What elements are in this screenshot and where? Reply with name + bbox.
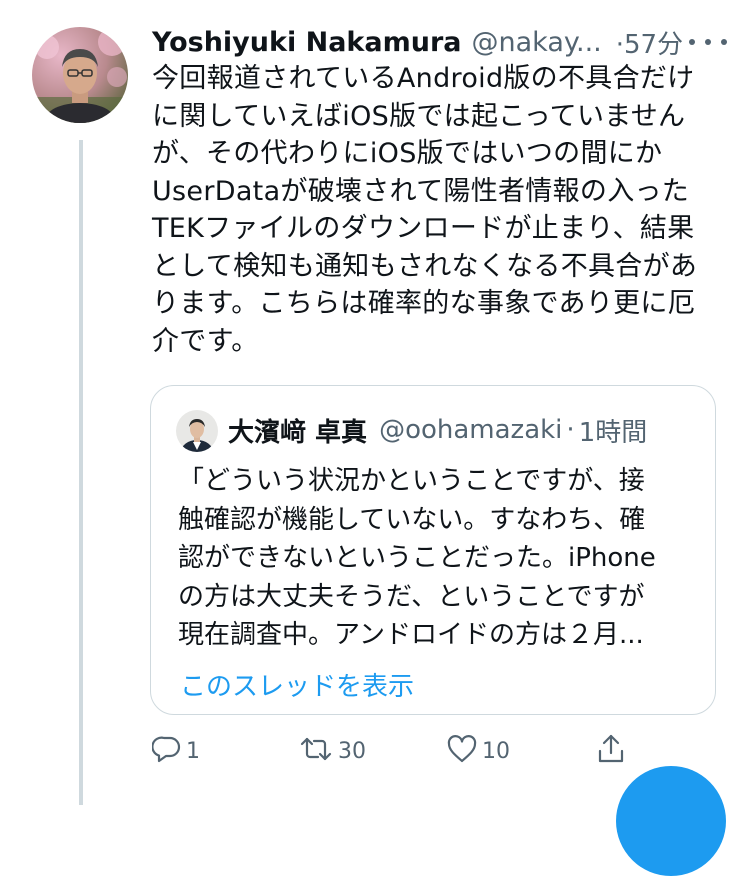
author-handle[interactable]: @nakay... (472, 27, 602, 58)
tweet-line: が、その代わりにiOS版ではいつの間にか (152, 138, 663, 169)
heart-icon (446, 734, 478, 768)
quote-line: 「どういう状況かということですが、接 (178, 466, 645, 496)
reply-count: 1 (186, 738, 200, 764)
tweet-timestamp[interactable]: ·57分 (616, 24, 683, 61)
like-count: 10 (482, 738, 510, 764)
tweet-line: ります。こちらは確率的な事象であり更に厄 (152, 288, 696, 319)
retweet-icon (298, 734, 334, 768)
author-avatar[interactable] (32, 27, 128, 123)
quote-line: 触確認が機能していない。すなわち、確 (178, 504, 646, 535)
separator-dot: · (566, 415, 575, 445)
quote-line: の方は大丈夫そうだ、ということですが (178, 581, 645, 612)
share-icon (596, 733, 626, 769)
tweet-header: Yoshiyuki Nakamura @nakay... ·57分 (152, 20, 732, 64)
quoted-tweet-header: 大濱﨑 卓真 @oohamazaki · 1時間 (228, 408, 647, 452)
share-button[interactable] (596, 733, 626, 769)
like-button[interactable]: 10 (446, 733, 510, 769)
quoted-author-avatar (176, 410, 218, 452)
reply-button[interactable]: 1 (151, 733, 200, 769)
reply-icon (151, 734, 182, 768)
show-thread-link[interactable]: このスレッドを表示 (180, 666, 414, 703)
tweet-line: TEKファイルのダウンロードが止まり、結果 (152, 213, 695, 244)
thread-line (79, 140, 83, 805)
tweet-line: 今回報道されているAndroid版の不具合だけ (152, 63, 695, 94)
tweet-line: に関していえばiOS版では起こっていません (152, 100, 686, 132)
retweet-count: 30 (338, 738, 366, 764)
tweet-line: として検知も通知もされなくなる不具合があ (152, 250, 698, 282)
quote-line: 認ができないということだった。iPhone (178, 543, 656, 573)
retweet-button[interactable]: 30 (298, 733, 366, 769)
quoted-tweet-body: 「どういう状況かということですが、接 触確認が機能していない。すなわち、確 認ができ… (178, 462, 698, 655)
quoted-author-handle[interactable]: @oohamazaki (379, 415, 562, 445)
tweet-line: UserDataが破壊されて陽性者情報の入った (152, 175, 690, 207)
author-display-name[interactable]: Yoshiyuki Nakamura (152, 27, 462, 58)
quoted-tweet-timestamp: 1時間 (578, 417, 648, 448)
quoted-author-name[interactable]: 大濱﨑 卓真 (228, 412, 367, 449)
tweet-body: 今回報道されているAndroid版の不具合だけ に関していえばiOS版では起こって… (152, 60, 722, 360)
compose-fab[interactable] (616, 766, 726, 876)
quote-line: 現在調査中。アンドロイドの方は２月... (178, 620, 644, 650)
tweet-line: 介です。 (152, 325, 259, 357)
more-icon[interactable] (686, 30, 730, 54)
